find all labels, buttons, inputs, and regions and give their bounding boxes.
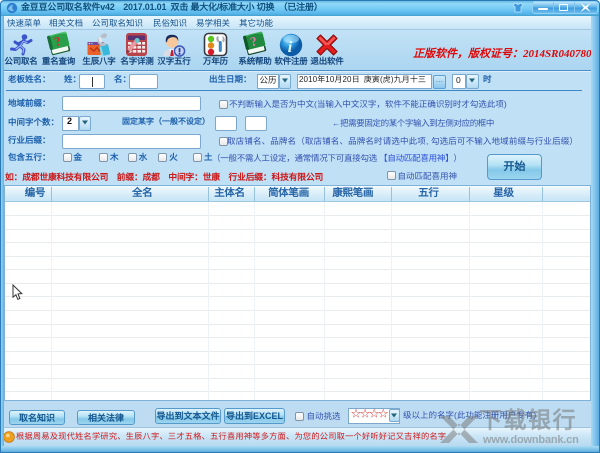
svg-text:i: i [288,39,293,56]
